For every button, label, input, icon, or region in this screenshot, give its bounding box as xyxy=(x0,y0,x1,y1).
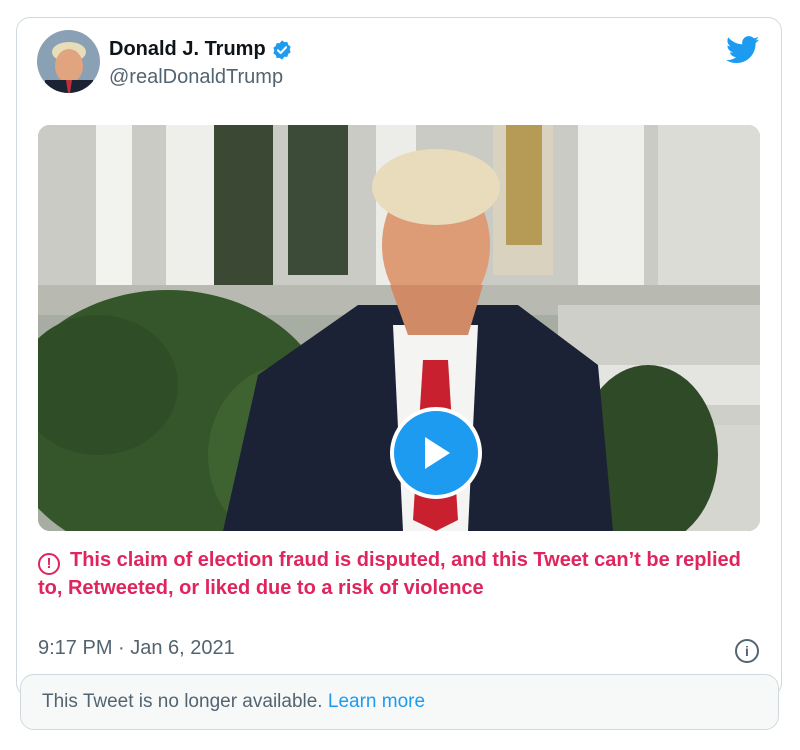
warning-text: This claim of election fraud is disputed… xyxy=(38,549,741,599)
tweet-unavailable-notice: This Tweet is no longer available. Learn… xyxy=(20,674,779,730)
warning-circle-icon: ! xyxy=(38,553,60,575)
play-button[interactable] xyxy=(390,407,482,499)
disputed-claim-warning[interactable]: ! This claim of election fraud is dispute… xyxy=(38,547,758,602)
video-thumbnail[interactable] xyxy=(38,125,760,531)
notice-text: This Tweet is no longer available. xyxy=(42,691,323,712)
tweet-timestamp[interactable]: 9:17 PM · Jan 6, 2021 xyxy=(38,637,235,660)
author-row: Donald J. Trump xyxy=(109,38,293,61)
learn-more-link[interactable]: Learn more xyxy=(328,691,425,712)
play-icon xyxy=(425,437,450,469)
author-name[interactable]: Donald J. Trump xyxy=(109,38,266,61)
author-handle[interactable]: @realDonaldTrump xyxy=(109,66,283,89)
info-icon[interactable]: i xyxy=(735,639,759,663)
avatar[interactable] xyxy=(37,30,100,93)
verified-badge-icon xyxy=(273,39,291,60)
twitter-bird-icon[interactable] xyxy=(726,36,760,64)
